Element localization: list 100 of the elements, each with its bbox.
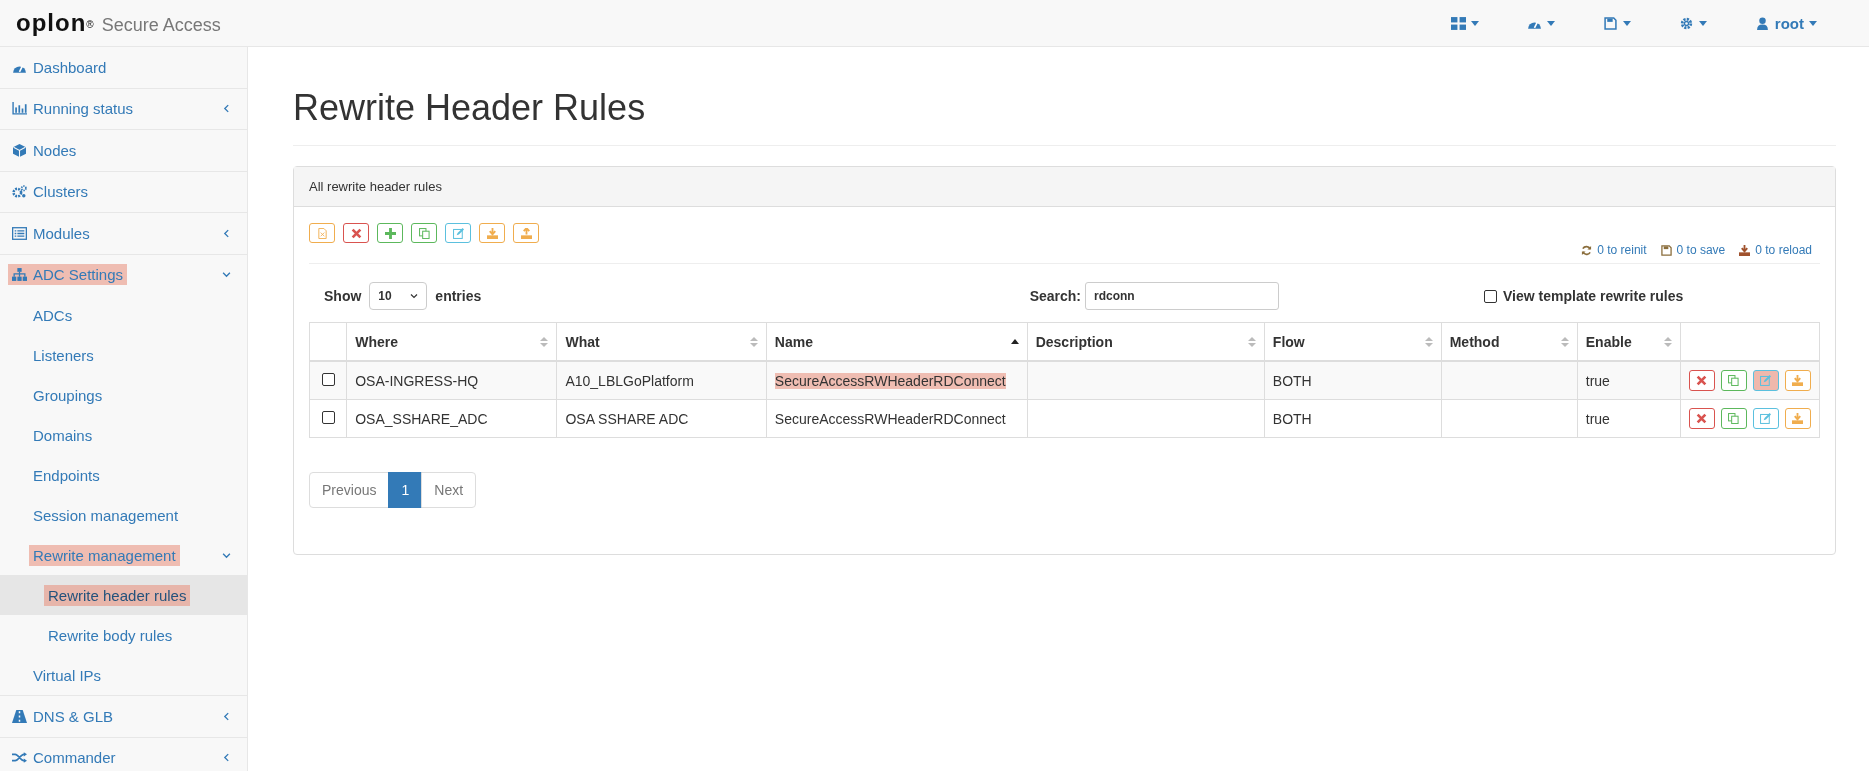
chevron-down-icon: [222, 270, 231, 280]
row-checkbox[interactable]: [321, 410, 335, 424]
edit-button[interactable]: [1752, 408, 1779, 429]
sidebar-item[interactable]: ADCs: [0, 295, 247, 335]
edit-icon: [1760, 413, 1772, 424]
sidebar-item[interactable]: Commander: [0, 737, 247, 771]
caret-icon: [1622, 20, 1631, 26]
add-icon: [384, 227, 396, 239]
registered-mark: ®: [86, 19, 94, 30]
gears-icon: [12, 185, 27, 199]
table-cell: OSA SSHARE ADC: [565, 410, 689, 427]
user-icon: [1754, 16, 1770, 30]
pagination-button[interactable]: Previous: [309, 472, 390, 508]
sidebar-item[interactable]: Rewrite body rules: [0, 615, 247, 655]
table-cell: A10_LBLGoPlatform: [565, 372, 694, 389]
caret-icon: [1470, 20, 1479, 26]
column-header[interactable]: Where: [355, 333, 399, 350]
grid-icon: [1450, 16, 1466, 30]
row-checkbox[interactable]: [321, 372, 335, 386]
table-cell: BOTH: [1272, 410, 1312, 427]
table-cell: OSA-INGRESS-HQ: [355, 372, 479, 389]
counter-link[interactable]: 0 to reload: [1739, 243, 1812, 257]
table-cell: BOTH: [1272, 372, 1312, 389]
caret-icon: [1546, 20, 1555, 26]
save-icon: [1660, 244, 1672, 256]
caret-icon: [1809, 20, 1817, 26]
sort-icon: [1424, 336, 1433, 347]
column-header[interactable]: Method: [1449, 333, 1500, 350]
pagination-button[interactable]: Next: [421, 472, 477, 508]
copy-icon: [418, 227, 430, 239]
sidebar-item[interactable]: Clusters: [0, 171, 247, 212]
sidebar-item[interactable]: Groupings: [0, 375, 247, 415]
column-header[interactable]: Enable: [1585, 333, 1632, 350]
table-cell: true: [1585, 372, 1610, 389]
delete-button[interactable]: [343, 223, 369, 243]
table-cell: true: [1585, 410, 1610, 427]
sidebar-item[interactable]: Rewrite management: [0, 535, 247, 575]
table-cell: SecureAccessRWHeaderRDConnect: [774, 410, 1006, 427]
sort-icon: [1663, 336, 1672, 347]
pagination-button[interactable]: 1: [388, 472, 423, 508]
checkbox-label: View template rewrite rules: [1503, 288, 1684, 304]
delete-icon: [350, 227, 362, 239]
copy-button[interactable]: [1720, 370, 1747, 391]
chevron-left-icon: [222, 711, 231, 721]
download-button[interactable]: [479, 223, 505, 243]
cube-icon: [12, 143, 27, 157]
user-menu[interactable]: root: [1730, 8, 1841, 38]
sidebar-item[interactable]: ADC Settings: [0, 254, 247, 295]
copy-button[interactable]: [1720, 408, 1747, 429]
sidebar-item[interactable]: Rewrite header rules: [0, 575, 247, 615]
edit-button[interactable]: [1752, 370, 1779, 391]
upload-button[interactable]: [513, 223, 539, 243]
column-header[interactable]: Flow: [1272, 333, 1305, 350]
column-header[interactable]: What: [565, 333, 600, 350]
download-button[interactable]: [1784, 370, 1811, 391]
road-icon: [12, 709, 27, 723]
edit-icon: [452, 227, 464, 239]
edit-button[interactable]: [445, 223, 471, 243]
bar-chart-icon: [12, 102, 27, 116]
column-header[interactable]: Name: [774, 333, 813, 350]
copy-icon: [1728, 413, 1740, 424]
sidebar-item[interactable]: DNS & GLB: [0, 696, 247, 737]
search-field[interactable]: rdconn: [1085, 282, 1279, 310]
sidebar-item[interactable]: Domains: [0, 415, 247, 455]
checkbox[interactable]: [1484, 289, 1497, 303]
file-button[interactable]: [309, 223, 335, 243]
table-cell: OSA_SSHARE_ADC: [355, 410, 488, 427]
counter-link[interactable]: 0 to reinit: [1581, 243, 1647, 257]
settings-icon: [1678, 16, 1694, 30]
sidebar-item[interactable]: Session management: [0, 495, 247, 535]
sidebar-item[interactable]: Endpoints: [0, 455, 247, 495]
file-icon: [316, 227, 328, 239]
caret-icon: [1698, 20, 1707, 26]
sidebar-item[interactable]: Nodes: [0, 130, 247, 171]
sidebar-item[interactable]: Listeners: [0, 335, 247, 375]
delete-button[interactable]: [1688, 370, 1715, 391]
refresh-icon: [1581, 244, 1593, 256]
copy-icon: [1728, 375, 1740, 386]
download-icon: [1792, 375, 1804, 386]
sidebar-item[interactable]: Modules: [0, 213, 247, 254]
save-icon: [1602, 16, 1618, 30]
list-icon: [12, 226, 27, 240]
download-button[interactable]: [1784, 408, 1811, 429]
logo[interactable]: oplon: [16, 9, 87, 37]
delete-button[interactable]: [1688, 408, 1715, 429]
sidebar-item[interactable]: Dashboard: [0, 47, 247, 88]
page-length-select[interactable]: 10: [369, 282, 428, 310]
sidebar-item[interactable]: Virtual IPs: [0, 655, 247, 695]
page-title: Rewrite Header Rules: [293, 87, 1836, 146]
sort-icon: [1247, 336, 1256, 347]
copy-button[interactable]: [411, 223, 437, 243]
counter-link[interactable]: 0 to save: [1660, 243, 1726, 257]
add-button[interactable]: [377, 223, 403, 243]
delete-icon: [1696, 375, 1708, 386]
download-icon: [486, 227, 498, 239]
shuffle-icon: [12, 751, 27, 765]
sidebar-item[interactable]: Running status: [0, 88, 247, 129]
delete-icon: [1696, 413, 1708, 424]
column-header[interactable]: Description: [1035, 333, 1113, 350]
chevron-down-icon: [410, 292, 419, 300]
